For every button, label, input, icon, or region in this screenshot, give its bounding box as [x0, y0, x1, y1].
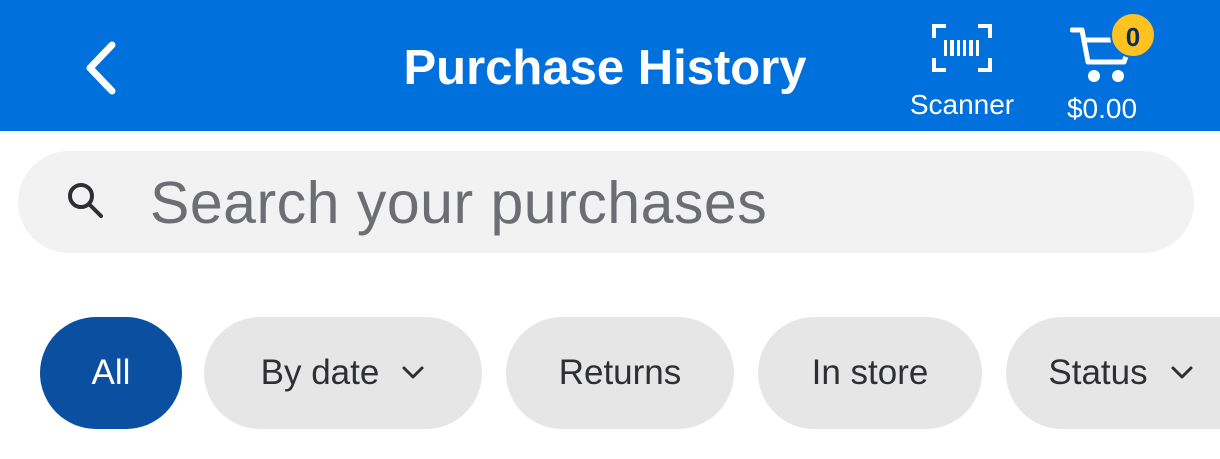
- scanner-button[interactable]: Scanner: [898, 14, 1026, 126]
- filter-all[interactable]: All: [40, 317, 182, 429]
- cart-count-badge: 0: [1110, 12, 1156, 58]
- chevron-down-icon: [1171, 366, 1193, 379]
- page-title: Purchase History: [403, 41, 807, 95]
- scanner-label: Scanner: [909, 89, 1015, 120]
- search-placeholder: Search your purchases: [150, 170, 768, 236]
- chevron-down-icon: [402, 366, 424, 379]
- filter-by-date[interactable]: By date: [204, 317, 482, 429]
- filter-in-store[interactable]: In store: [758, 317, 982, 429]
- cart-button[interactable]: 0 $0.00: [1052, 6, 1162, 128]
- barcode-icon: [932, 24, 992, 72]
- app-header: Purchase History Scanner 0 $0.00: [0, 0, 1220, 131]
- filter-returns[interactable]: Returns: [506, 317, 734, 429]
- filter-all-label: All: [91, 353, 131, 392]
- search-input[interactable]: Search your purchases: [18, 151, 1194, 253]
- search-icon: [68, 183, 103, 218]
- back-button[interactable]: [60, 28, 140, 108]
- filter-by-date-label: By date: [260, 353, 380, 392]
- filter-status[interactable]: Status: [1006, 317, 1220, 429]
- filter-status-label: Status: [1048, 353, 1148, 392]
- cart-total: $0.00: [1066, 93, 1138, 124]
- back-arrow-icon: [86, 41, 116, 95]
- filter-in-store-label: In store: [811, 353, 929, 392]
- filter-returns-label: Returns: [558, 353, 682, 392]
